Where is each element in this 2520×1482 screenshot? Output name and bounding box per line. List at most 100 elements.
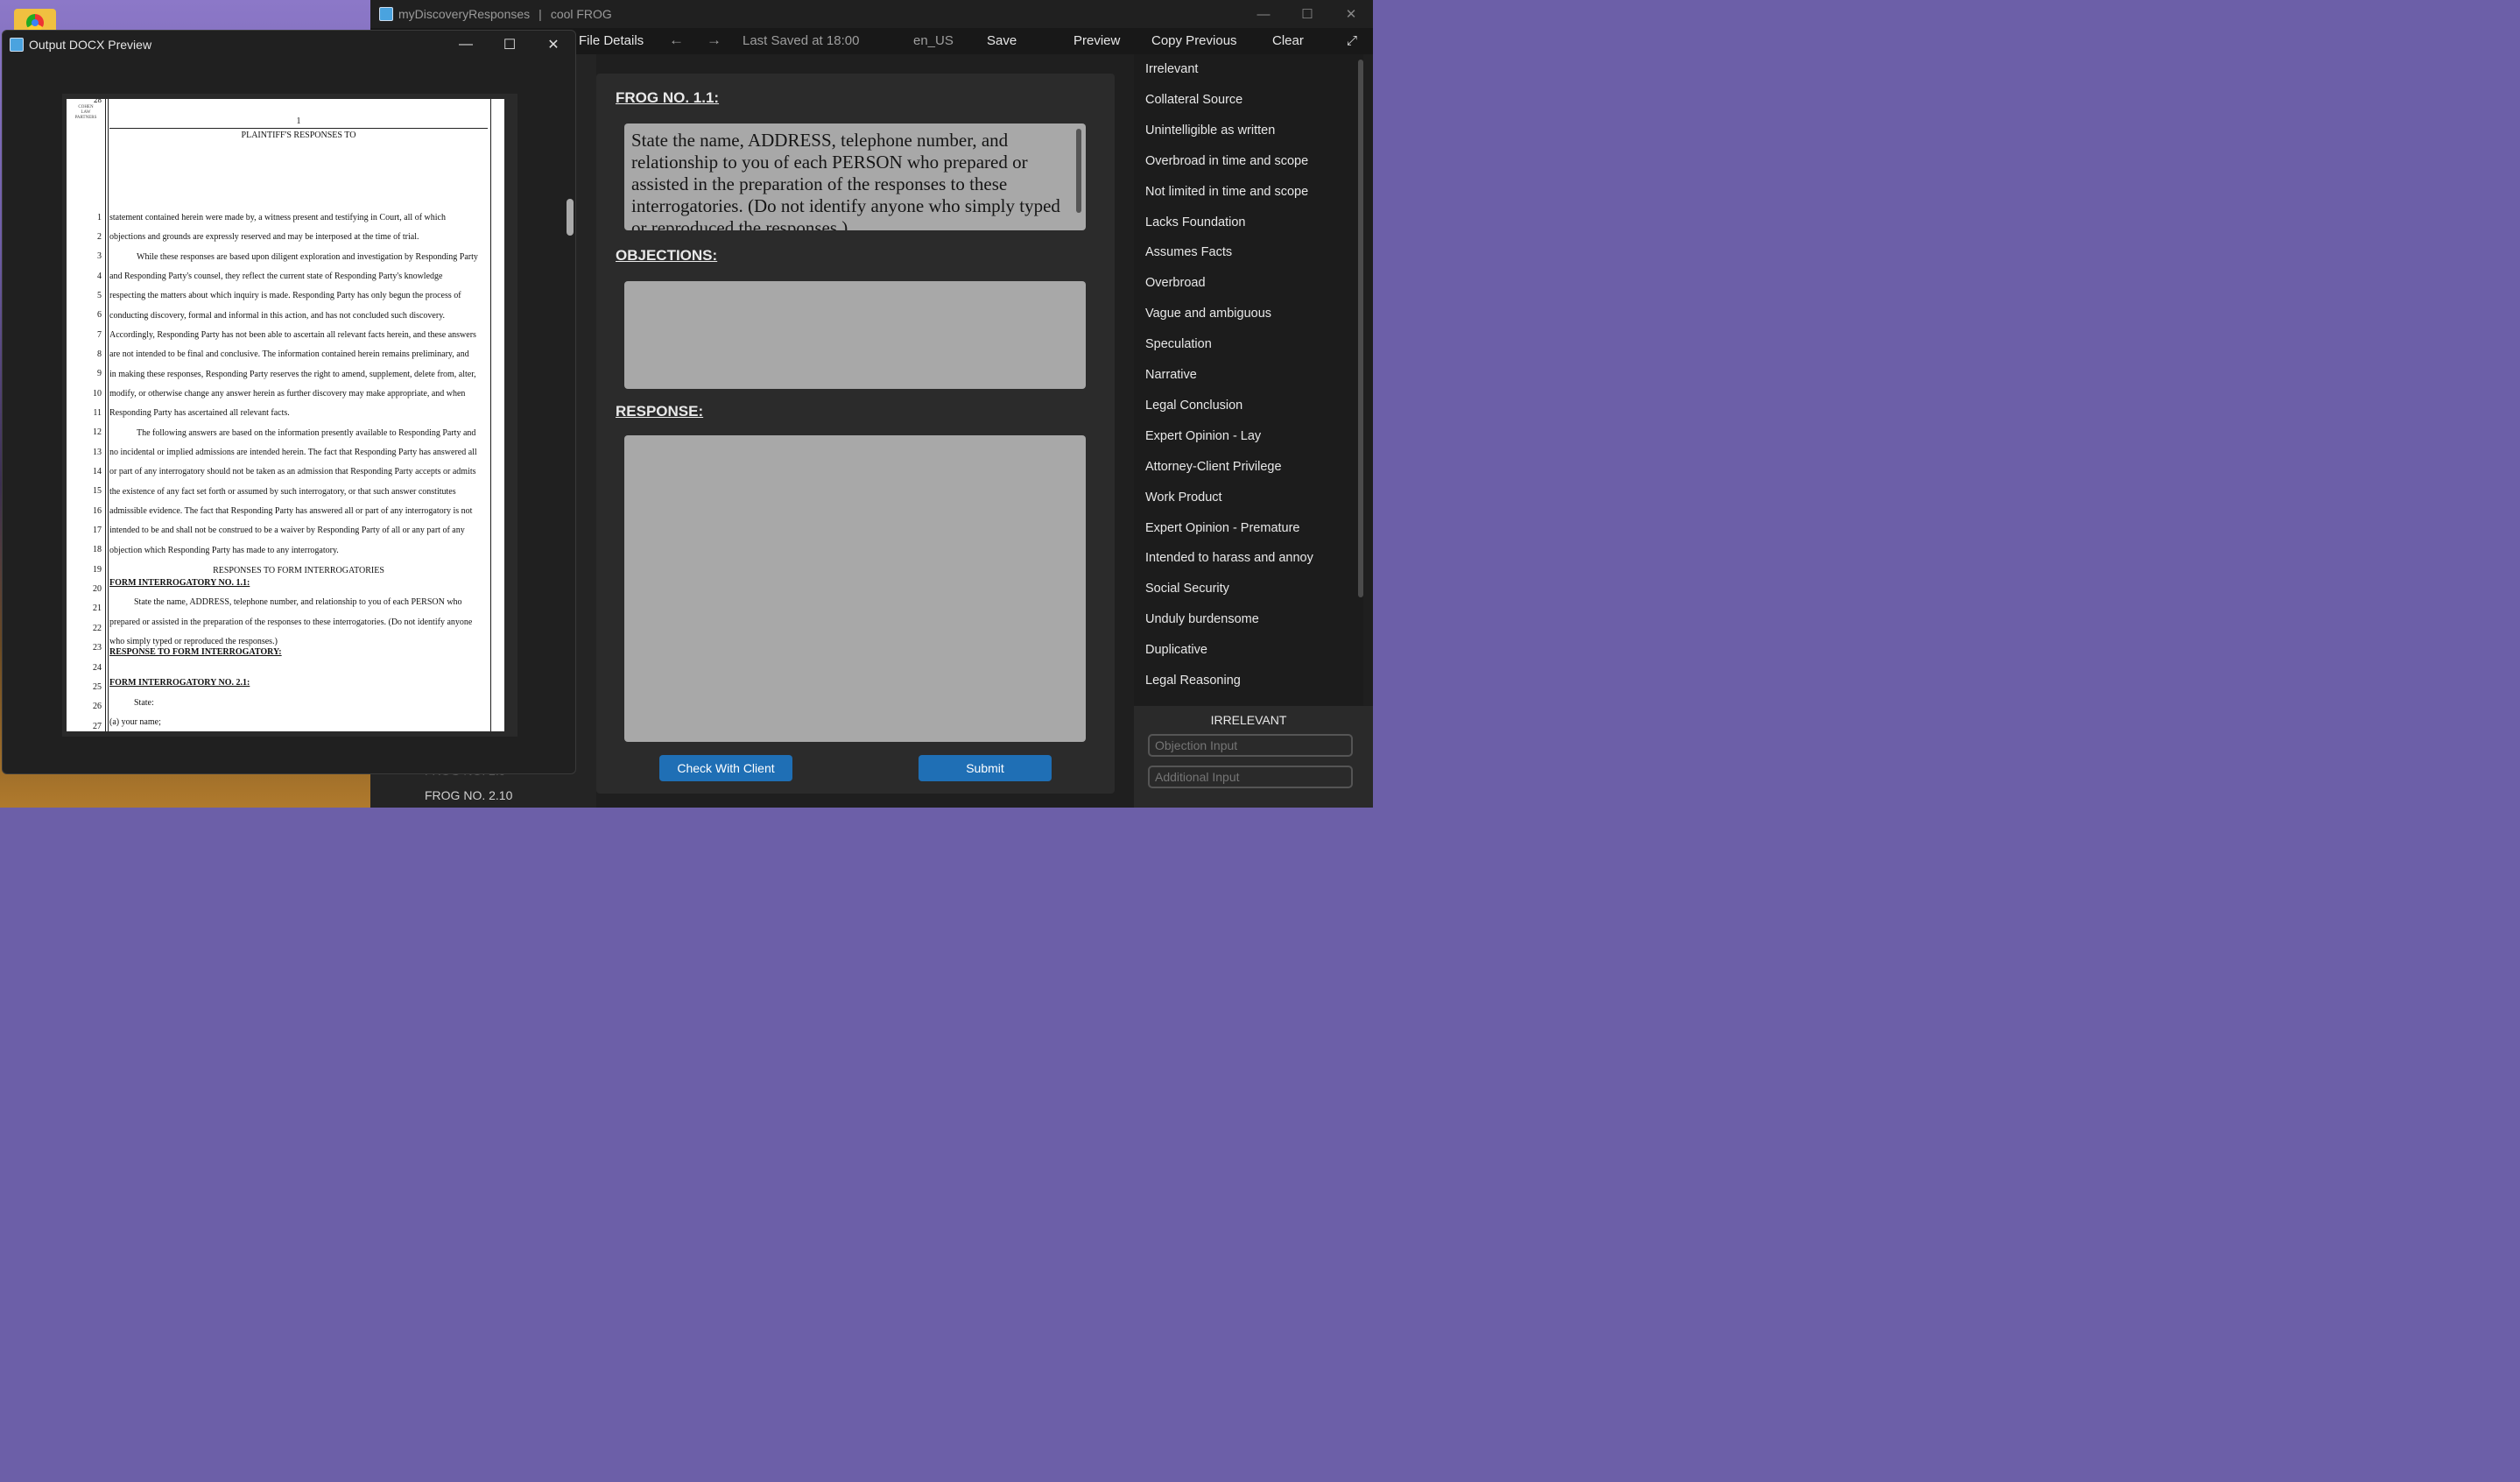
document-line: Accordingly, Responding Party has not be… bbox=[109, 330, 476, 340]
submit-button[interactable]: Submit bbox=[919, 755, 1052, 781]
objection-item[interactable]: Work Product bbox=[1145, 490, 1222, 505]
last-saved-label: Last Saved at 18:00 bbox=[743, 33, 860, 48]
line-number: 4 bbox=[97, 272, 102, 281]
line-number: 27 bbox=[93, 722, 102, 731]
question-box: State the name, ADDRESS, telephone numbe… bbox=[624, 124, 1086, 230]
objection-item[interactable]: Not limited in time and scope bbox=[1145, 185, 1308, 199]
preview-maximize-icon[interactable]: ☐ bbox=[488, 36, 531, 53]
locale-label[interactable]: en_US bbox=[913, 33, 954, 48]
preview-minimize-icon[interactable]: — bbox=[444, 37, 488, 53]
back-arrow-icon[interactable]: ← bbox=[669, 32, 684, 49]
document-line: are not intended to be final and conclus… bbox=[109, 349, 469, 359]
line-number: 10 bbox=[93, 389, 102, 399]
top-line-number: 28 bbox=[94, 99, 102, 104]
objection-item[interactable]: Irrelevant bbox=[1145, 62, 1198, 76]
document-line: and Responding Party's counsel, they ref… bbox=[109, 272, 443, 281]
objection-item[interactable]: Unintelligible as written bbox=[1145, 124, 1275, 138]
save-button[interactable]: Save bbox=[987, 33, 1017, 48]
objection-editor: IRRELEVANT bbox=[1134, 706, 1373, 808]
document-viewport[interactable]: 28 COHEN LAW PARTNERS 1 PLAINTIFF'S RESP… bbox=[62, 94, 574, 737]
minimize-icon[interactable]: — bbox=[1242, 0, 1285, 28]
document-line: who simply typed or reproduced the respo… bbox=[109, 637, 278, 646]
objections-textarea[interactable] bbox=[624, 281, 1086, 389]
document-line: State the name, ADDRESS, telephone numbe… bbox=[134, 597, 462, 607]
frog-title: FROG NO. 1.1: bbox=[616, 89, 720, 106]
document-line: prepared or assisted in the preparation … bbox=[109, 618, 473, 627]
line-number: 8 bbox=[97, 349, 102, 359]
line-number: 12 bbox=[93, 427, 102, 437]
objection-item[interactable]: Unduly burdensome bbox=[1145, 612, 1259, 626]
line-number: 3 bbox=[97, 251, 102, 261]
objection-item[interactable]: Attorney-Client Privilege bbox=[1145, 460, 1282, 474]
document-page: 28 COHEN LAW PARTNERS 1 PLAINTIFF'S RESP… bbox=[67, 99, 504, 731]
preview-close-icon[interactable]: ✕ bbox=[531, 36, 575, 53]
page-number: 1 bbox=[296, 116, 301, 126]
question-panel: FROG NO. 1.1: State the name, ADDRESS, t… bbox=[596, 74, 1115, 794]
objection-item[interactable]: Overbroad bbox=[1145, 276, 1206, 290]
question-scrollbar[interactable] bbox=[1076, 129, 1081, 213]
objection-item[interactable]: Lacks Foundation bbox=[1145, 215, 1245, 229]
document-line: While these responses are based upon dil… bbox=[137, 252, 478, 262]
objection-item[interactable]: Overbroad in time and scope bbox=[1145, 154, 1308, 168]
objection-list-scrollbar[interactable] bbox=[1358, 60, 1363, 597]
preview-titlebar: Output DOCX Preview — ☐ ✕ bbox=[3, 31, 575, 59]
forward-arrow-icon[interactable]: → bbox=[707, 32, 722, 49]
objection-item[interactable]: Speculation bbox=[1145, 337, 1212, 351]
line-number: 11 bbox=[93, 408, 102, 418]
document-line: Responding Party has ascertained all rel… bbox=[109, 408, 290, 418]
line-number: 6 bbox=[97, 310, 102, 320]
preview-window: Output DOCX Preview — ☐ ✕ 28 COHEN LAW P… bbox=[2, 30, 576, 774]
document-line: conducting discovery, formal and informa… bbox=[109, 311, 446, 321]
sidebar-item-frog-2-10[interactable]: FROG NO. 2.10 bbox=[425, 788, 512, 802]
document-line: statement contained herein were made by,… bbox=[109, 213, 446, 222]
objection-item[interactable]: Duplicative bbox=[1145, 643, 1207, 657]
objections-title: OBJECTIONS: bbox=[616, 247, 718, 264]
selected-objection-label: IRRELEVANT bbox=[1210, 713, 1287, 727]
file-details-button[interactable]: File Details bbox=[579, 33, 644, 48]
line-number: 14 bbox=[93, 467, 102, 476]
line-number: 17 bbox=[93, 526, 102, 535]
preview-scrollbar[interactable] bbox=[567, 199, 574, 236]
line-number: 23 bbox=[93, 643, 102, 653]
objection-item[interactable]: Legal Conclusion bbox=[1145, 399, 1242, 413]
line-number: 20 bbox=[93, 584, 102, 594]
objection-item[interactable]: Expert Opinion - Lay bbox=[1145, 429, 1261, 443]
maximize-icon[interactable]: ☐ bbox=[1285, 0, 1329, 28]
document-line: RESPONSES TO FORM INTERROGATORIES bbox=[213, 566, 384, 575]
question-text: State the name, ADDRESS, telephone numbe… bbox=[631, 130, 1060, 230]
firm-name: COHEN LAW PARTNERS bbox=[74, 105, 97, 120]
objection-item[interactable]: Expert Opinion - Premature bbox=[1145, 521, 1300, 535]
objection-input[interactable] bbox=[1148, 734, 1353, 757]
document-line: State: bbox=[134, 698, 154, 708]
check-with-client-button[interactable]: Check With Client bbox=[659, 755, 792, 781]
app-icon bbox=[379, 7, 393, 21]
objection-item[interactable]: Vague and ambiguous bbox=[1145, 307, 1271, 321]
document-line: objection which Responding Party has mad… bbox=[109, 546, 339, 555]
app-name: myDiscoveryResponses bbox=[398, 7, 531, 21]
copy-previous-button[interactable]: Copy Previous bbox=[1151, 33, 1237, 48]
objection-item[interactable]: Assumes Facts bbox=[1145, 245, 1232, 259]
document-line: modify, or otherwise change any answer h… bbox=[109, 389, 466, 399]
clear-button[interactable]: Clear bbox=[1272, 33, 1304, 48]
document-line: objections and grounds are expressly res… bbox=[109, 232, 419, 242]
line-number: 19 bbox=[93, 565, 102, 575]
additional-input[interactable] bbox=[1148, 766, 1353, 788]
objection-item[interactable]: Social Security bbox=[1145, 582, 1229, 596]
document-line: RESPONSE TO FORM INTERROGATORY: bbox=[109, 647, 282, 657]
document-line: The following answers are based on the i… bbox=[137, 428, 476, 438]
objection-item[interactable]: Collateral Source bbox=[1145, 93, 1242, 107]
line-number: 26 bbox=[93, 702, 102, 711]
line-number: 22 bbox=[93, 624, 102, 633]
close-icon[interactable]: ✕ bbox=[1329, 0, 1373, 28]
objection-item[interactable]: Narrative bbox=[1145, 368, 1197, 382]
objection-item[interactable]: Intended to harass and annoy bbox=[1145, 551, 1313, 565]
document-line: respecting the matters about which inqui… bbox=[109, 291, 461, 300]
expand-icon[interactable]: ⤢ bbox=[1347, 33, 1357, 48]
document-line: no incidental or implied admissions are … bbox=[109, 448, 477, 457]
response-textarea[interactable] bbox=[624, 435, 1086, 742]
line-number: 21 bbox=[93, 603, 102, 613]
objection-item[interactable]: Legal Reasoning bbox=[1145, 674, 1241, 688]
line-number: 2 bbox=[97, 232, 102, 242]
preview-button[interactable]: Preview bbox=[1073, 33, 1120, 48]
line-number: 16 bbox=[93, 506, 102, 516]
